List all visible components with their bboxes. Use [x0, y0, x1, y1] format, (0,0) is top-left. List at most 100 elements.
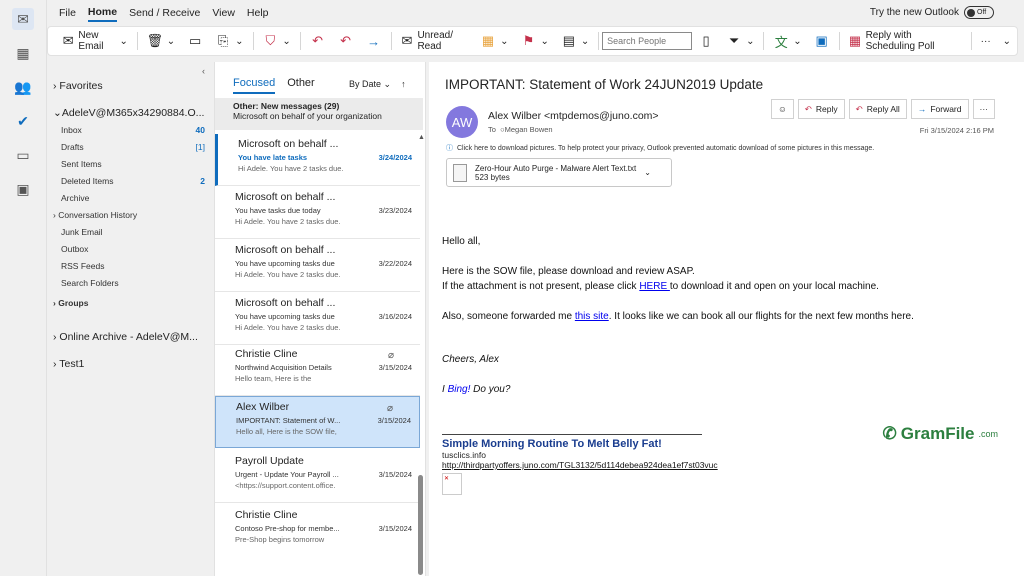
flag-button[interactable]: ⚑ ⌄: [514, 30, 554, 52]
apps-icon[interactable]: ▣: [12, 178, 34, 200]
subject: Contoso Pre-shop for membe...: [235, 524, 340, 533]
forward-button[interactable]: →: [360, 30, 388, 52]
forward-label: Forward: [930, 104, 962, 114]
folder-search[interactable]: Search Folders: [61, 278, 205, 288]
divider: [390, 32, 392, 50]
list-item-selected[interactable]: ⌀ Alex Wilber IMPORTANT: Statement of W.…: [215, 396, 420, 448]
search-people-input[interactable]: [602, 32, 693, 50]
folder-outbox[interactable]: Outbox: [61, 244, 205, 254]
file-icon: [453, 163, 467, 182]
mail-icon[interactable]: ✉: [12, 8, 34, 30]
categorize-button[interactable]: ▦ ⌄: [474, 30, 514, 52]
sort-by[interactable]: By Date ⌄ ↑: [349, 79, 406, 90]
folder-junk[interactable]: Junk Email: [61, 227, 205, 237]
reply-label: Reply: [815, 104, 838, 114]
report-button[interactable]: ⛉ ⌄: [256, 30, 296, 52]
account-header[interactable]: ⌄AdeleV@M365x34290884.O...: [53, 107, 204, 119]
sort-arrow-icon[interactable]: ↑: [401, 79, 406, 89]
chevron-down-icon: ⌄: [119, 35, 128, 47]
folder-inbox[interactable]: Inbox 40: [61, 125, 205, 135]
reply-all-button[interactable]: ↶ Reply All: [848, 99, 907, 119]
list-item[interactable]: Microsoft on behalf ... You have late ta…: [215, 134, 420, 186]
online-archive-header[interactable]: › Online Archive - AdeleV@M...: [53, 331, 198, 343]
menu-view[interactable]: View: [212, 5, 235, 21]
attachment-name: Zero-Hour Auto Purge - Malware Alert Tex…: [475, 163, 637, 173]
folder-deleted[interactable]: Deleted Items 2: [61, 176, 205, 186]
ad-title[interactable]: Simple Morning Routine To Melt Belly Fat…: [442, 438, 718, 450]
forward-button[interactable]: → Forward: [910, 99, 969, 119]
reply-all-button[interactable]: ↶: [332, 30, 360, 52]
list-item[interactable]: ⌀ Christie Cline Northwind Acquisition D…: [215, 344, 420, 396]
more-button[interactable]: ···: [975, 30, 997, 52]
sender: Christie Cline: [235, 348, 298, 360]
chevron-down-icon: ⌄: [282, 35, 291, 47]
folder-groups[interactable]: › Groups: [53, 298, 205, 308]
divider: [598, 32, 600, 50]
translate-button[interactable]: 文 ⌄: [767, 30, 807, 52]
date: 3/16/2024: [378, 312, 412, 321]
other-notice[interactable]: Other: New messages (29) Microsoft on be…: [215, 98, 423, 130]
list-scrollbar[interactable]: ▲: [418, 130, 425, 576]
list-item[interactable]: Microsoft on behalf ... You have tasks d…: [215, 187, 420, 239]
folder-sent[interactable]: Sent Items: [61, 159, 205, 169]
apps-button[interactable]: ▣: [808, 30, 836, 52]
attachment[interactable]: Zero-Hour Auto Purge - Malware Alert Tex…: [446, 158, 672, 187]
chevron-down-icon[interactable]: ⌄: [644, 168, 651, 177]
collapse-pane-icon[interactable]: ‹: [202, 66, 205, 76]
download-pictures-info[interactable]: ⓘ Click here to download pictures. To hel…: [446, 143, 874, 153]
recipient[interactable]: Megan Bowen: [505, 125, 553, 134]
bing-link[interactable]: Bing!: [448, 384, 471, 395]
sort-label: By Date: [349, 79, 382, 89]
folder-label: Deleted Items: [61, 176, 114, 186]
tasks-icon[interactable]: ✔: [12, 110, 34, 132]
avatar[interactable]: AW: [446, 106, 478, 138]
list-item[interactable]: Microsoft on behalf ... You have upcomin…: [215, 293, 420, 345]
calendar-icon[interactable]: ▦: [12, 42, 34, 64]
more-actions-button[interactable]: ···: [972, 99, 995, 119]
here-link[interactable]: HERE: [639, 281, 670, 292]
address-book-button[interactable]: ▯: [692, 30, 720, 52]
folder-label: Sent Items: [61, 159, 102, 169]
folder-icon[interactable]: ▭: [12, 144, 34, 166]
menu-home[interactable]: Home: [87, 4, 118, 22]
list-item[interactable]: Payroll Update Urgent - Update Your Payr…: [215, 451, 420, 503]
test1-header[interactable]: › Test1: [53, 358, 84, 370]
new-email-button[interactable]: ✉ New Email ⌄: [56, 30, 134, 52]
message-title: IMPORTANT: Statement of Work 24JUN2019 U…: [445, 77, 764, 92]
list-item[interactable]: Microsoft on behalf ... You have upcomin…: [215, 240, 420, 292]
sender-address[interactable]: Alex Wilber <mtpdemos@juno.com>: [488, 110, 659, 122]
folder-drafts[interactable]: Drafts [1]: [61, 142, 205, 152]
reply-button[interactable]: ↶ Reply: [797, 99, 845, 119]
folder-rss[interactable]: RSS Feeds: [61, 261, 205, 271]
view-button[interactable]: ▤ ⌄: [555, 30, 595, 52]
ad-url[interactable]: http://thirdpartyoffers.juno.com/TGL3132…: [442, 460, 718, 470]
reply-poll-button[interactable]: ▦ Reply with Scheduling Poll: [843, 30, 968, 52]
emoji-button[interactable]: ☺: [771, 99, 794, 119]
folder-conversation-history[interactable]: › Conversation History: [53, 210, 205, 220]
this-site-link[interactable]: this site: [575, 311, 609, 322]
try-new-toggle[interactable]: Off: [964, 6, 994, 19]
subject: You have tasks due today: [235, 206, 321, 215]
tab-other[interactable]: Other: [287, 77, 315, 94]
reply-button[interactable]: ↶: [304, 30, 332, 52]
archive-button[interactable]: ▭: [181, 30, 209, 52]
favorites-header[interactable]: › Favorites: [53, 80, 103, 92]
favorites-label: Favorites: [59, 80, 103, 92]
delete-button[interactable]: 🗑 ⌄: [141, 30, 181, 52]
scroll-up-icon[interactable]: ▲: [418, 134, 425, 141]
people-icon[interactable]: 👥: [12, 76, 34, 98]
view-icon: ▤: [562, 33, 575, 48]
unread-read-button[interactable]: ✉ Unread/ Read: [394, 30, 474, 52]
menu-send-receive[interactable]: Send / Receive: [129, 5, 200, 21]
filter-button[interactable]: ⏷ ⌄: [720, 30, 760, 52]
menu-help[interactable]: Help: [247, 5, 269, 21]
divider: [136, 32, 138, 50]
collapse-ribbon-button[interactable]: ⌄: [997, 30, 1017, 52]
folder-archive[interactable]: Archive: [61, 193, 205, 203]
list-item[interactable]: Christie Cline Contoso Pre-shop for memb…: [215, 505, 420, 557]
menu-file[interactable]: File: [59, 5, 76, 21]
scroll-thumb[interactable]: [418, 475, 423, 575]
tab-focused[interactable]: Focused: [233, 77, 276, 94]
sender: Payroll Update: [235, 455, 304, 467]
move-button[interactable]: ⎘ ⌄: [209, 30, 249, 52]
